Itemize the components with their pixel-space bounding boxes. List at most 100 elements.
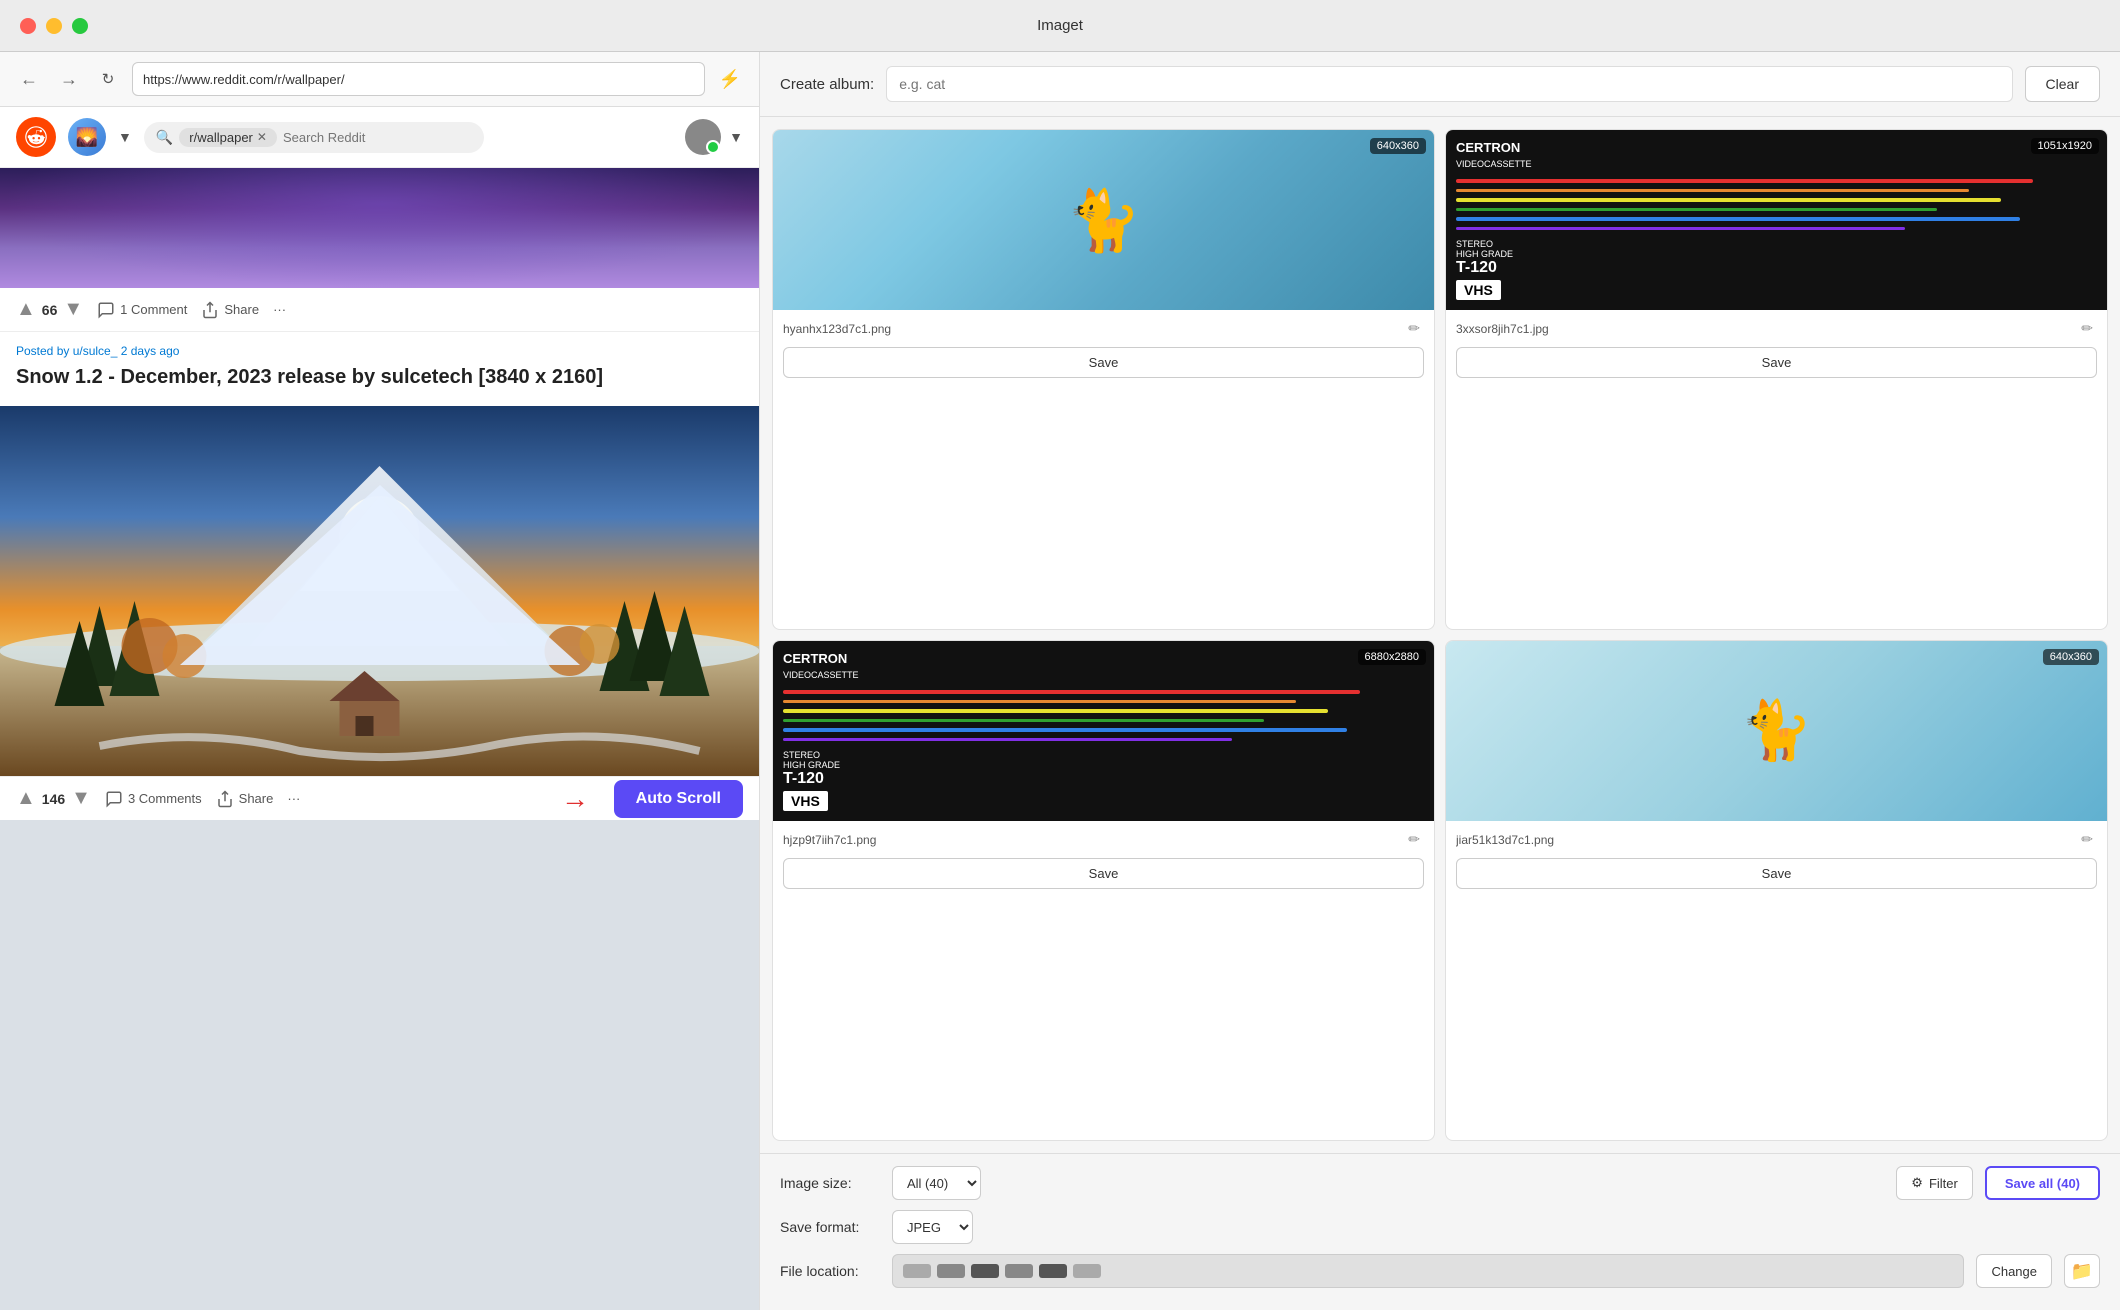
vhs-stripe — [783, 700, 1296, 704]
vhs-stripe — [783, 738, 1232, 742]
image-size-row: Image size: All (40) Small Medium Large … — [780, 1166, 2100, 1200]
filter-icon: ⚙ — [1911, 1175, 1923, 1191]
reddit-nav-right: ▼ — [685, 119, 743, 155]
share-button-top[interactable]: Share — [201, 301, 259, 319]
change-location-button[interactable]: Change — [1976, 1254, 2052, 1288]
auto-scroll-button[interactable]: Auto Scroll — [614, 780, 743, 818]
image-card-footer-4: jiar51k13d7c1.png ✏ — [1446, 821, 2107, 858]
subreddit-tag: r/wallpaper ✕ — [179, 128, 277, 147]
image-card-footer-3: hjzp9t7iih7c1.png ✏ — [773, 821, 1434, 858]
maximize-button[interactable] — [72, 18, 88, 34]
vhs-title-2: CERTRONVIDEOCASSETTE — [783, 651, 859, 681]
image-card: 640x360 jiar51k13d7c1.png ✏ Save — [1445, 640, 2108, 1141]
reload-button[interactable]: ↻ — [94, 65, 122, 93]
close-button[interactable] — [20, 18, 36, 34]
subreddit-dropdown[interactable]: ▼ — [118, 129, 132, 145]
upvote-top[interactable]: ▲ — [16, 298, 36, 321]
bookmark-button[interactable]: ⚡ — [715, 64, 745, 94]
more-button-bottom[interactable]: ··· — [287, 791, 300, 806]
back-button[interactable]: ← — [14, 64, 44, 94]
user-dropdown[interactable]: ▼ — [729, 129, 743, 145]
search-bar[interactable]: 🔍 r/wallpaper ✕ — [144, 122, 484, 153]
downvote-top[interactable]: ▼ — [63, 298, 83, 321]
clear-button[interactable]: Clear — [2025, 66, 2100, 102]
path-segment — [937, 1264, 965, 1278]
comment-button-bottom[interactable]: 3 Comments — [105, 790, 202, 808]
vhs-stripe — [1456, 198, 2001, 202]
app-container: ← → ↻ ⚡ 🌄 ▼ 🔍 r/wallpaper — [0, 52, 2120, 1310]
vhs-stripe — [783, 690, 1360, 694]
image-thumbnail-1: 640x360 — [773, 130, 1434, 310]
vhs-stripe — [783, 719, 1264, 723]
save-button-1[interactable]: Save — [783, 347, 1424, 378]
image-filename-4: jiar51k13d7c1.png — [1456, 833, 2071, 847]
vhs-title: CERTRONVIDEOCASSETTE — [1456, 140, 1532, 170]
image-size-select[interactable]: All (40) Small Medium Large — [892, 1166, 981, 1200]
edit-filename-1[interactable]: ✏ — [1404, 318, 1424, 339]
vhs-stripe — [1456, 227, 1905, 231]
path-segment — [971, 1264, 999, 1278]
folder-icon: 📁 — [2071, 1261, 2093, 1282]
album-input[interactable] — [886, 66, 2012, 102]
reddit-nav: 🌄 ▼ 🔍 r/wallpaper ✕ ▼ — [0, 107, 759, 168]
image-grid: 640x360 hyanhx123d7c1.png ✏ Save 1051x19… — [760, 117, 2120, 1153]
create-album-label: Create album: — [780, 76, 874, 93]
path-segment — [1039, 1264, 1067, 1278]
window-controls — [20, 18, 88, 34]
subreddit-tag-text: r/wallpaper — [189, 130, 253, 145]
save-format-label: Save format: — [780, 1219, 880, 1235]
path-segment — [1073, 1264, 1101, 1278]
edit-filename-2[interactable]: ✏ — [2077, 318, 2097, 339]
image-card: 6880x2880 CERTRONVIDEOCASSETTE STEREOHIG… — [772, 640, 1435, 1141]
vhs-stripe — [1456, 179, 2033, 183]
path-segment — [903, 1264, 931, 1278]
post-title: Snow 1.2 - December, 2023 release by sul… — [16, 364, 743, 390]
window-title: Imaget — [1037, 17, 1083, 34]
edit-filename-3[interactable]: ✏ — [1404, 829, 1424, 850]
save-all-button[interactable]: Save all (40) — [1985, 1166, 2100, 1200]
minimize-button[interactable] — [46, 18, 62, 34]
filter-button[interactable]: ⚙ Filter — [1896, 1166, 1973, 1200]
image-card-footer-2: 3xxsor8jih7c1.jpg ✏ — [1446, 310, 2107, 347]
vhs-stripe — [1456, 208, 1937, 212]
save-button-2[interactable]: Save — [1456, 347, 2097, 378]
save-button-3[interactable]: Save — [783, 858, 1424, 889]
vhs-stripe — [1456, 217, 2020, 221]
url-input[interactable] — [132, 62, 705, 96]
vote-section-bottom: ▲ 146 ▼ — [16, 787, 91, 810]
subreddit-tag-close[interactable]: ✕ — [257, 130, 267, 144]
browser-panel: ← → ↻ ⚡ 🌄 ▼ 🔍 r/wallpaper — [0, 52, 760, 1310]
titlebar: Imaget — [0, 0, 2120, 52]
image-thumbnail-4: 640x360 — [1446, 641, 2107, 821]
more-button-top[interactable]: ··· — [273, 302, 286, 317]
image-card: 640x360 hyanhx123d7c1.png ✏ Save — [772, 129, 1435, 630]
post-meta: Posted by u/sulce_ 2 days ago Snow 1.2 -… — [0, 332, 759, 406]
file-location-bar — [892, 1254, 1964, 1288]
downvote-bottom[interactable]: ▼ — [71, 787, 91, 810]
user-avatar — [685, 119, 721, 155]
size-badge-1: 640x360 — [1370, 138, 1426, 154]
vote-section-top: ▲ 66 ▼ — [16, 298, 83, 321]
edit-filename-4[interactable]: ✏ — [2077, 829, 2097, 850]
upvote-bottom[interactable]: ▲ — [16, 787, 36, 810]
forward-button[interactable]: → — [54, 64, 84, 94]
vote-count-bottom: 146 — [42, 791, 65, 807]
size-badge-4: 640x360 — [2043, 649, 2099, 665]
subreddit-icon: 🌄 — [68, 118, 106, 156]
image-filename-2: 3xxsor8jih7c1.jpg — [1456, 322, 2071, 336]
comment-button-top[interactable]: 1 Comment — [97, 301, 187, 319]
right-bottom-bar: Image size: All (40) Small Medium Large … — [760, 1153, 2120, 1310]
save-format-row: Save format: JPEG PNG WEBP — [780, 1210, 2100, 1244]
post-actions-bottom: ▲ 146 ▼ 3 Comments Share ··· Auto Scroll — [0, 776, 759, 820]
vote-count-top: 66 — [42, 302, 58, 318]
image-filename-3: hjzp9t7iih7c1.png — [783, 833, 1398, 847]
search-input[interactable] — [283, 130, 459, 145]
share-button-bottom[interactable]: Share — [216, 790, 274, 808]
save-format-select[interactable]: JPEG PNG WEBP — [892, 1210, 973, 1244]
reddit-logo — [16, 117, 56, 157]
image-card: 1051x1920 CERTRONVIDEOCASSETTE STEREOHIG… — [1445, 129, 2108, 630]
browser-content[interactable]: ▲ 66 ▼ 1 Comment Share ··· Posted by u/s… — [0, 168, 759, 1310]
image-thumbnail-3: 6880x2880 CERTRONVIDEOCASSETTE STEREOHIG… — [773, 641, 1434, 821]
save-button-4[interactable]: Save — [1456, 858, 2097, 889]
folder-icon-button[interactable]: 📁 — [2064, 1254, 2100, 1288]
